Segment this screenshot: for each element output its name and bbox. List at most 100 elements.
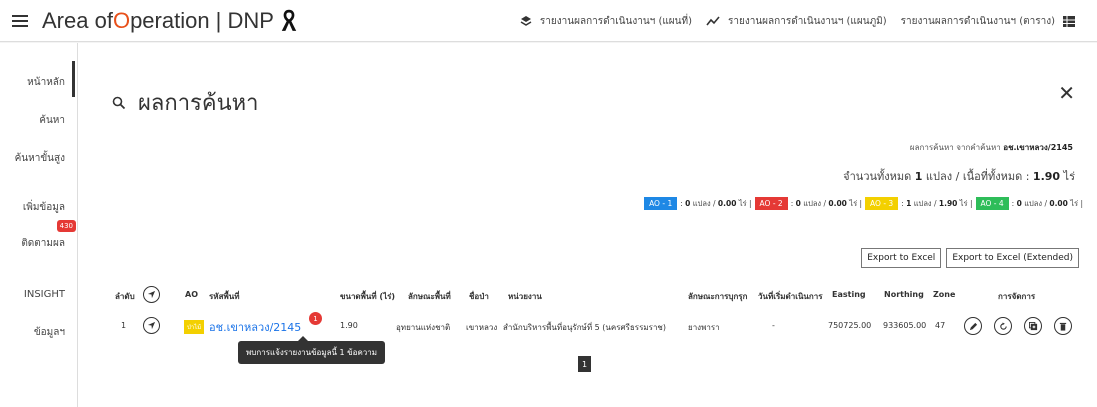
- col-zone: Zone: [933, 290, 956, 299]
- ao-3-area-unit: ไร่: [959, 198, 968, 208]
- page-title-text: ผลการค้นหา: [138, 91, 259, 116]
- row-order: 1: [121, 321, 127, 330]
- pagination-page-1[interactable]: 1: [578, 356, 591, 372]
- sidebar-active-indicator: [72, 61, 75, 97]
- ao-2-tag: AO - 2: [754, 197, 788, 210]
- row-forest-name: เขาหลวง: [466, 323, 498, 332]
- nav-report-map[interactable]: รายงานผลการดำเนินงานฯ (แผนที่): [520, 14, 692, 29]
- ao-4-plots-unit: แปลง: [1024, 198, 1043, 208]
- ao-3-plots: 1: [906, 199, 912, 208]
- ao-4-tag: AO - 4: [975, 197, 1009, 210]
- mourning-ribbon-icon: [281, 9, 297, 31]
- col-northing: Northing: [884, 290, 924, 299]
- ao-1-tag: AO - 1: [644, 197, 678, 210]
- sidebar-item-add-data[interactable]: เพิ่มข้อมูล: [23, 200, 65, 215]
- total-unit: ไร่: [1060, 170, 1075, 183]
- search-icon: [112, 96, 126, 109]
- ao-2-plots: 0: [795, 199, 801, 208]
- nav-report-table-label: รายงานผลการดำเนินงานฯ (ตาราง): [900, 15, 1055, 27]
- page-title: ผลการค้นหา: [112, 85, 258, 120]
- app-title-o: O: [112, 7, 131, 33]
- table-icon: [1063, 15, 1075, 27]
- ao-1-area-unit: ไร่: [738, 198, 747, 208]
- row-code-link[interactable]: อช.เขาหลวง/2145: [209, 318, 301, 336]
- ao-4-area: 0.00: [1049, 199, 1068, 208]
- table-row: 1 ป่าไม้ อช.เขาหลวง/2145 1 1.90 อุทยานแห…: [78, 312, 1097, 339]
- col-unit: หน่วยงาน: [508, 292, 542, 301]
- col-size: ขนาดพื้นที่ (ไร่): [340, 292, 396, 301]
- ao-3-plots-unit: แปลง: [913, 198, 932, 208]
- nav-report-table[interactable]: รายงานผลการดำเนินงานฯ (ตาราง): [901, 14, 1083, 29]
- ao-3-tag: AO - 3: [865, 197, 899, 210]
- app-title-suffix: peration | DNP: [130, 7, 274, 33]
- col-ao: AO: [185, 290, 198, 299]
- col-forest-name: ชื่อป่า: [469, 292, 489, 301]
- ao-4-plots: 0: [1016, 199, 1022, 208]
- export-excel-extended-button[interactable]: Export to Excel (Extended): [946, 248, 1079, 268]
- sidebar-item-home[interactable]: หน้าหลัก: [27, 75, 65, 90]
- export-excel-button[interactable]: Export to Excel: [861, 248, 942, 268]
- ao-2-area: 0.00: [828, 199, 847, 208]
- total-mid: แปลง / เนื้อที่ทั้งหมด :: [922, 170, 1033, 183]
- app-title: Area of Operation | DNP: [42, 8, 298, 34]
- row-notification-badge[interactable]: 1: [309, 312, 322, 325]
- top-nav: รายงานผลการดำเนินงานฯ (แผนที่) รายงานผลก…: [520, 0, 1097, 42]
- ao-2-plots-unit: แปลง: [803, 198, 822, 208]
- top-bar: Area of Operation | DNP รายงานผลการดำเนิ…: [0, 0, 1097, 42]
- hamburger-menu-icon[interactable]: [12, 14, 28, 27]
- col-encroach: ลักษณะการบุกรุก: [688, 292, 748, 301]
- row-northing: 933605.00: [883, 321, 927, 330]
- ao-1-area: 0.00: [717, 199, 737, 208]
- navigate-icon[interactable]: [143, 317, 160, 334]
- col-code: รหัสพื้นที่: [209, 292, 240, 301]
- notification-tooltip: พบการแจ้งรายงานข้อมูลนี้ 1 ข้อความ: [238, 336, 386, 364]
- layers-icon: [520, 16, 532, 26]
- table-header: ลำดับ AO รหัสพื้นที่ ขนาดพื้นที่ (ไร่) ล…: [78, 286, 1097, 306]
- row-encroach: ยางพารา: [688, 323, 720, 332]
- row-type: อุทยานแห่งชาติ: [396, 323, 451, 332]
- row-zone: 47: [935, 321, 946, 330]
- row-ao-badge: ป่าไม้: [184, 320, 205, 334]
- sidebar-item-follow-up[interactable]: ติดตามผล: [21, 236, 65, 251]
- search-query-value: อช.เขาหลวง/2145: [1003, 143, 1073, 152]
- col-easting: Easting: [832, 290, 866, 299]
- col-type: ลักษณะพื้นที่: [408, 292, 451, 301]
- row-size: 1.90: [340, 321, 358, 330]
- col-order: ลำดับ: [115, 292, 135, 301]
- add-report-icon[interactable]: [1024, 317, 1042, 335]
- ao-1-plots: 0: [685, 199, 691, 208]
- total-area: 1.90: [1032, 170, 1061, 183]
- nav-report-chart[interactable]: รายงานผลการดำเนินงานฯ (แผนภูมิ): [706, 14, 887, 29]
- total-prefix: จำนวนทั้งหมด: [843, 170, 915, 183]
- search-query-prefix: ผลการค้นหา จากคำค้นหา: [909, 143, 1004, 152]
- sidebar-item-search[interactable]: ค้นหา: [39, 113, 65, 128]
- export-buttons: Export to Excel Export to Excel (Extende…: [856, 248, 1079, 268]
- sidebar-item-advanced-search[interactable]: ค้นหาขั้นสูง: [15, 151, 65, 166]
- refresh-icon[interactable]: [994, 317, 1012, 335]
- app-title-prefix: Area of: [42, 7, 113, 33]
- delete-icon[interactable]: [1054, 317, 1072, 335]
- nav-report-map-label: รายงานผลการดำเนินงานฯ (แผนที่): [539, 15, 692, 27]
- follow-up-count-badge: 430: [56, 220, 76, 232]
- close-icon[interactable]: ✕: [1058, 81, 1075, 105]
- ao-4-area-unit: ไร่: [1070, 198, 1079, 208]
- sidebar: หน้าหลัก ค้นหา ค้นหาขั้นสูง เพิ่มข้อมูล …: [0, 43, 78, 407]
- search-total-info: จำนวนทั้งหมด 1 แปลง / เนื้อที่ทั้งหมด : …: [843, 167, 1075, 185]
- row-easting: 750725.00: [828, 321, 872, 330]
- row-start-date: -: [772, 321, 775, 330]
- row-unit: สำนักบริหารพื้นที่อนุรักษ์ที่ 5 (นครศรีธ…: [503, 323, 666, 332]
- nav-report-chart-label: รายงานผลการดำเนินงานฯ (แผนภูมิ): [728, 15, 887, 27]
- col-actions: การจัดการ: [998, 292, 1036, 301]
- line-chart-icon: [706, 16, 720, 26]
- ao-1-plots-unit: แปลง: [692, 198, 711, 208]
- search-query-info: ผลการค้นหา จากคำค้นหา อช.เขาหลวง/2145: [910, 141, 1073, 154]
- search-results-panel: ผลการค้นหา ✕ ผลการค้นหา จากคำค้นหา อช.เข…: [78, 43, 1097, 407]
- edit-icon[interactable]: [964, 317, 982, 335]
- sidebar-item-insight[interactable]: INSIGHT: [24, 289, 65, 300]
- ao-2-area-unit: ไร่: [849, 198, 858, 208]
- col-start-date: วันที่เริ่มดำเนินการ: [758, 292, 823, 301]
- ao-3-area: 1.90: [938, 199, 958, 208]
- navigate-all-icon[interactable]: [143, 286, 160, 303]
- ao-summary: AO - 1 : 0 แปลง / 0.00 ไร่ | AO - 2 : 0 …: [641, 197, 1083, 210]
- sidebar-item-info[interactable]: ข้อมูลฯ: [34, 325, 65, 340]
